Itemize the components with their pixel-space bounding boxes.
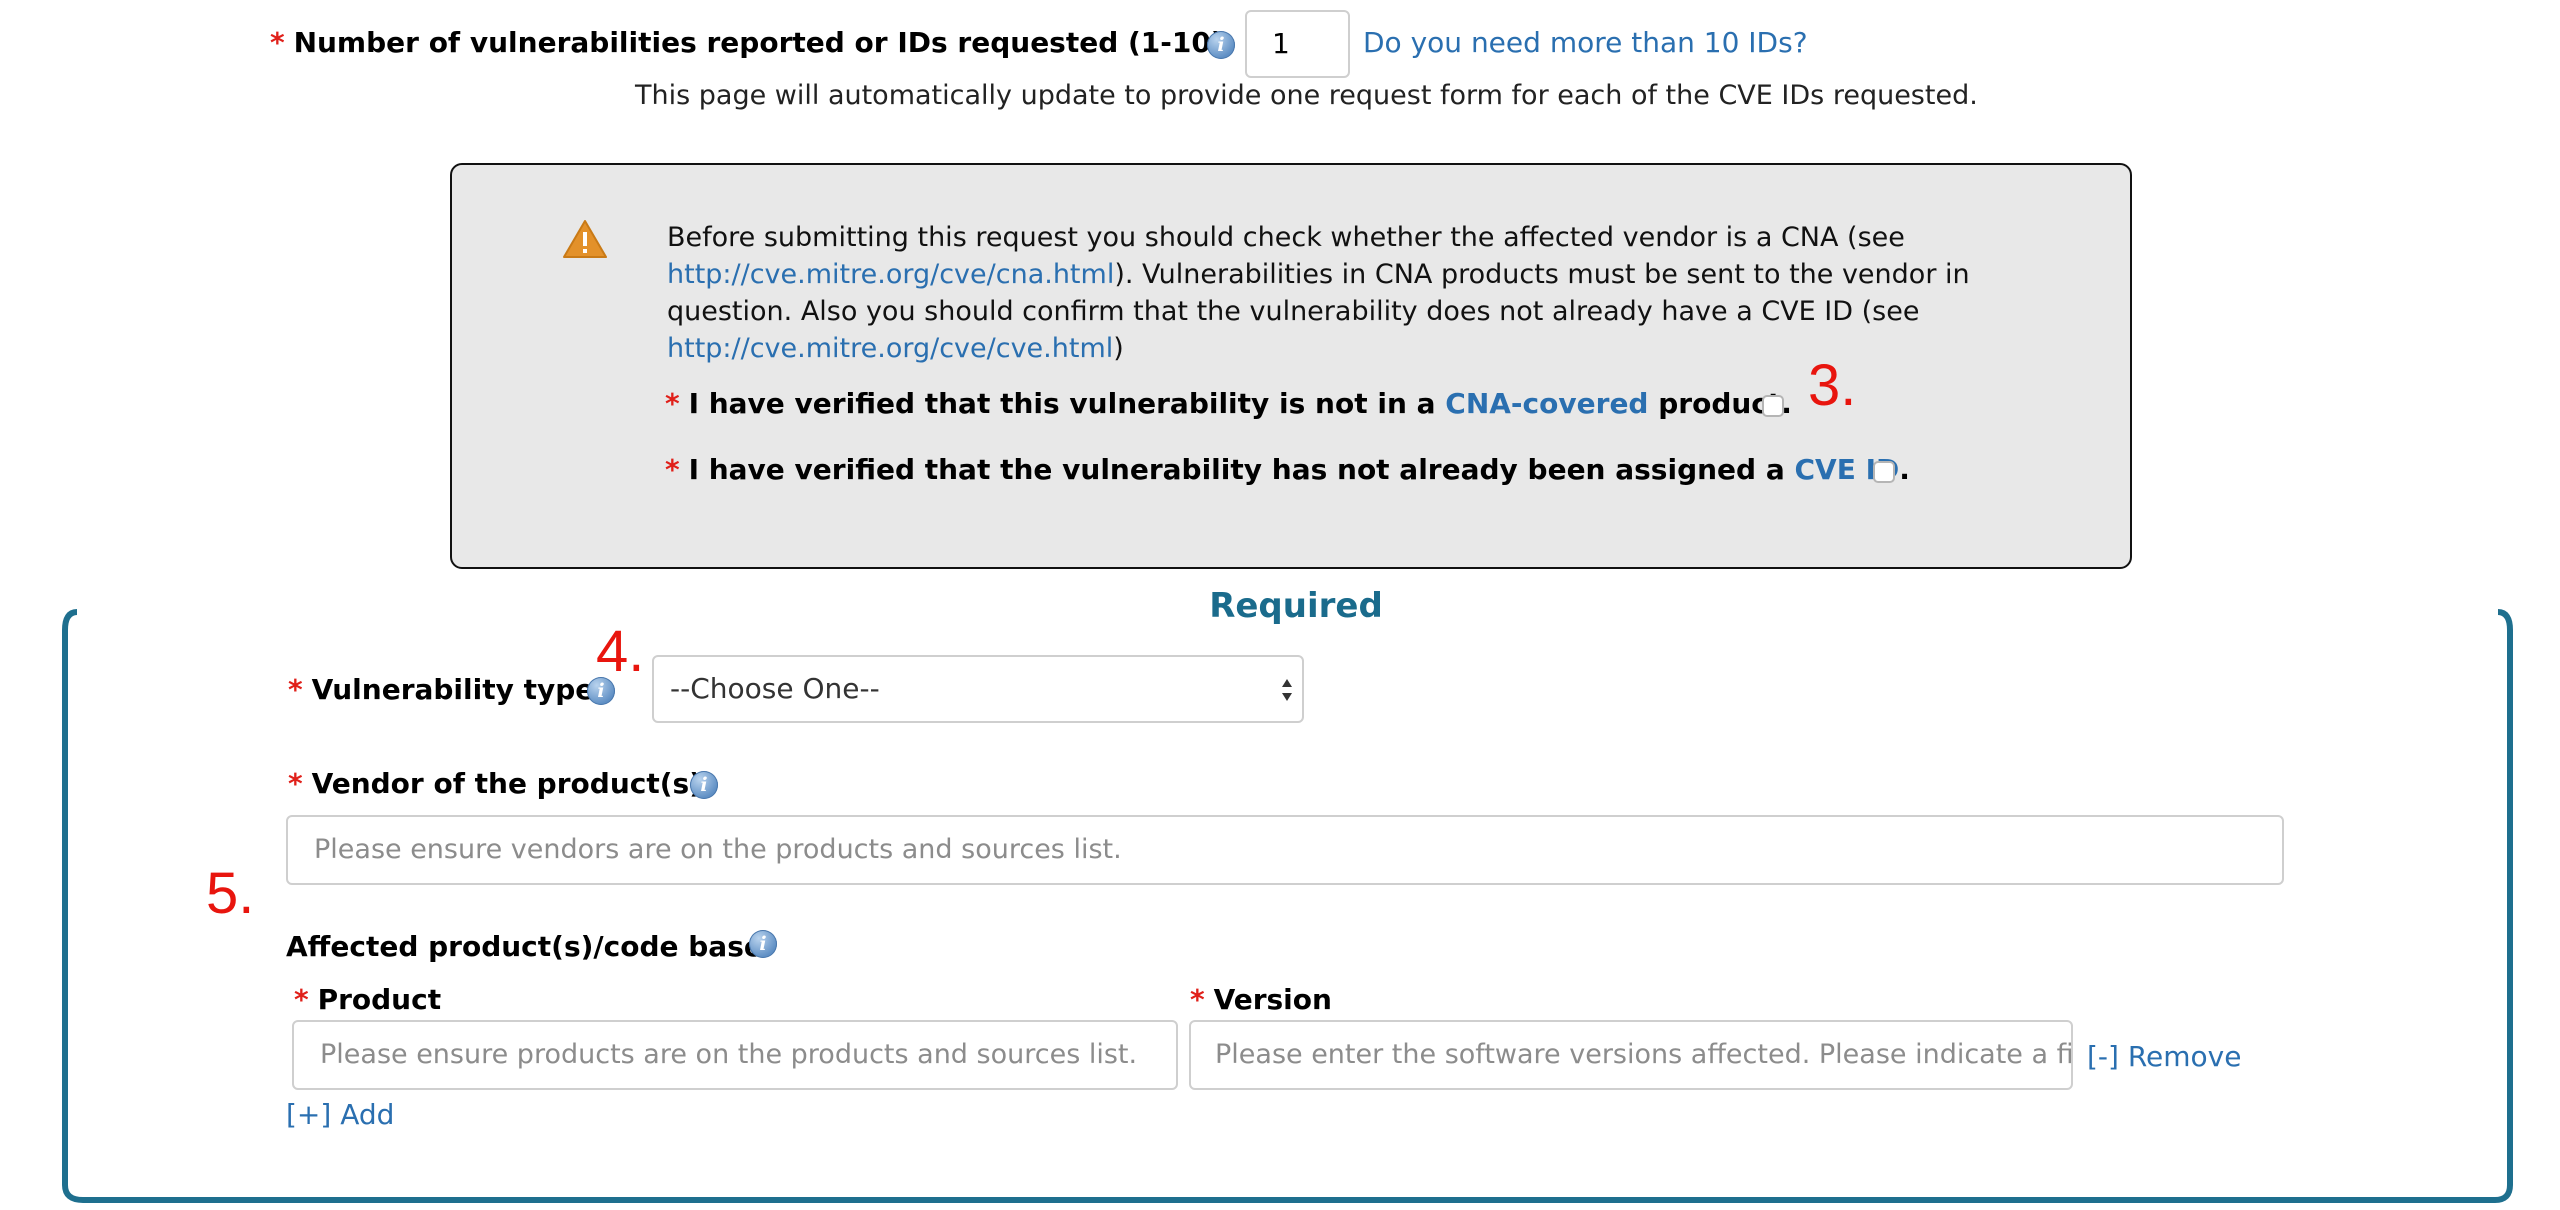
cve-check-text: I have verified that the vulnerability h… [688, 453, 1910, 486]
required-section-title: Required [1209, 586, 1383, 626]
cna-check-text: I have verified that this vulnerability … [688, 387, 1792, 420]
vendor-label: Vendor of the product(s) [311, 767, 702, 800]
required-asterisk: * [270, 26, 285, 59]
cna-covered-link[interactable]: CNA-covered [1445, 387, 1648, 420]
version-label-row: * Version [1190, 983, 1332, 1016]
add-product-link[interactable]: [+] Add [286, 1098, 394, 1131]
vendor-placeholder: Please ensure vendors are on the product… [314, 834, 1122, 865]
affected-products-label: Affected product(s)/code base [286, 930, 763, 963]
required-asterisk: * [665, 453, 680, 486]
product-label: Product [317, 983, 442, 1016]
cve-check-label: * I have verified that the vulnerability… [665, 453, 1910, 486]
more-ids-link[interactable]: Do you need more than 10 IDs? [1363, 26, 1808, 59]
warning-text-3: question. Also you should confirm that t… [667, 296, 1920, 327]
version-placeholder: Please enter the software versions affec… [1215, 1039, 2073, 1070]
cna-check-label: * I have verified that this vulnerabilit… [665, 387, 1792, 420]
select-arrows-icon [1282, 679, 1292, 701]
vendor-input[interactable]: Please ensure vendors are on the product… [286, 815, 2284, 885]
info-icon[interactable]: i [587, 677, 615, 705]
num-vulns-input[interactable]: 1 [1245, 10, 1350, 78]
product-label-row: * Product [294, 983, 441, 1016]
num-vulns-label-row: * Number of vulnerabilities reported or … [270, 26, 1224, 59]
num-vulns-value: 1 [1272, 27, 1290, 60]
product-placeholder: Please ensure products are on the produc… [320, 1039, 1138, 1070]
cna-warning-box: Before submitting this request you shoul… [450, 163, 2132, 569]
product-input[interactable]: Please ensure products are on the produc… [292, 1020, 1178, 1090]
vendor-label-row: * Vendor of the product(s) [288, 767, 702, 800]
vuln-type-selected: --Choose One-- [670, 672, 880, 705]
required-asterisk: * [665, 387, 680, 420]
version-label: Version [1213, 983, 1332, 1016]
auto-update-note: This page will automatically update to p… [635, 80, 1978, 111]
required-asterisk: * [288, 767, 303, 800]
annotation-3: 3. [1808, 353, 1857, 418]
required-asterisk: * [294, 983, 309, 1016]
cna-link[interactable]: http://cve.mitre.org/cve/cna.html [667, 259, 1114, 290]
vuln-type-label-row: * Vulnerability type [288, 673, 594, 706]
cve-link[interactable]: http://cve.mitre.org/cve/cve.html [667, 333, 1113, 364]
cna-verified-checkbox[interactable] [1762, 395, 1784, 417]
required-asterisk: * [288, 673, 303, 706]
cve-verified-checkbox[interactable] [1873, 461, 1895, 483]
warning-text: Before submitting this request you shoul… [667, 219, 2047, 367]
warning-text-1: Before submitting this request you shoul… [667, 222, 1905, 253]
vuln-type-label: Vulnerability type [311, 673, 595, 706]
info-icon[interactable]: i [690, 771, 718, 799]
annotation-5: 5. [206, 861, 255, 926]
warning-text-2: ). Vulnerabilities in CNA products must … [1114, 259, 1970, 290]
warning-triangle-icon [563, 220, 607, 258]
remove-product-link[interactable]: [-] Remove [2087, 1040, 2241, 1073]
vuln-type-select[interactable]: --Choose One-- [652, 655, 1304, 723]
version-input[interactable]: Please enter the software versions affec… [1189, 1020, 2073, 1090]
warning-text-4: ) [1113, 333, 1124, 364]
annotation-4: 4. [596, 619, 645, 684]
info-icon[interactable]: i [1207, 31, 1235, 59]
required-asterisk: * [1190, 983, 1205, 1016]
info-icon[interactable]: i [749, 930, 777, 958]
num-vulns-label: Number of vulnerabilities reported or ID… [293, 26, 1224, 59]
